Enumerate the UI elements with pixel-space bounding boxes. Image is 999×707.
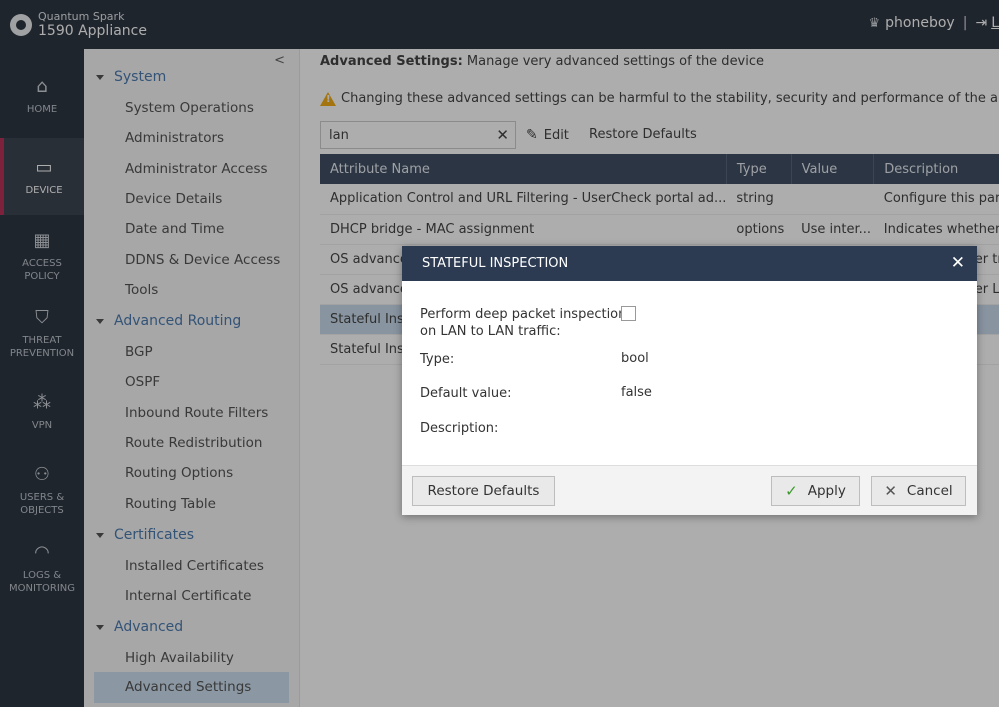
dialog-header: STATEFUL INSPECTION ✕	[402, 246, 977, 281]
dialog-title: STATEFUL INSPECTION	[422, 256, 569, 271]
default-value-label: Default value:	[420, 386, 512, 401]
stateful-inspection-dialog: STATEFUL INSPECTION ✕ Perform deep packe…	[402, 246, 977, 515]
restore-defaults-button[interactable]: Restore Defaults	[412, 476, 555, 506]
description-label: Description:	[420, 421, 499, 436]
cancel-x-icon: ✕	[884, 482, 897, 500]
deep-inspection-checkbox[interactable]	[621, 306, 636, 321]
default-value: false	[621, 385, 652, 400]
type-label: Type:	[420, 352, 455, 367]
dialog-footer: Restore Defaults ✓ Apply ✕ Cancel	[402, 465, 977, 515]
deep-inspection-label: Perform deep packet inspection on LAN to…	[420, 307, 627, 339]
check-icon: ✓	[785, 482, 798, 500]
dialog-body: Perform deep packet inspection on LAN to…	[402, 281, 977, 465]
apply-button[interactable]: ✓ Apply	[771, 476, 860, 506]
close-icon[interactable]: ✕	[951, 246, 965, 281]
type-value: bool	[621, 351, 649, 366]
cancel-button[interactable]: ✕ Cancel	[871, 476, 966, 506]
